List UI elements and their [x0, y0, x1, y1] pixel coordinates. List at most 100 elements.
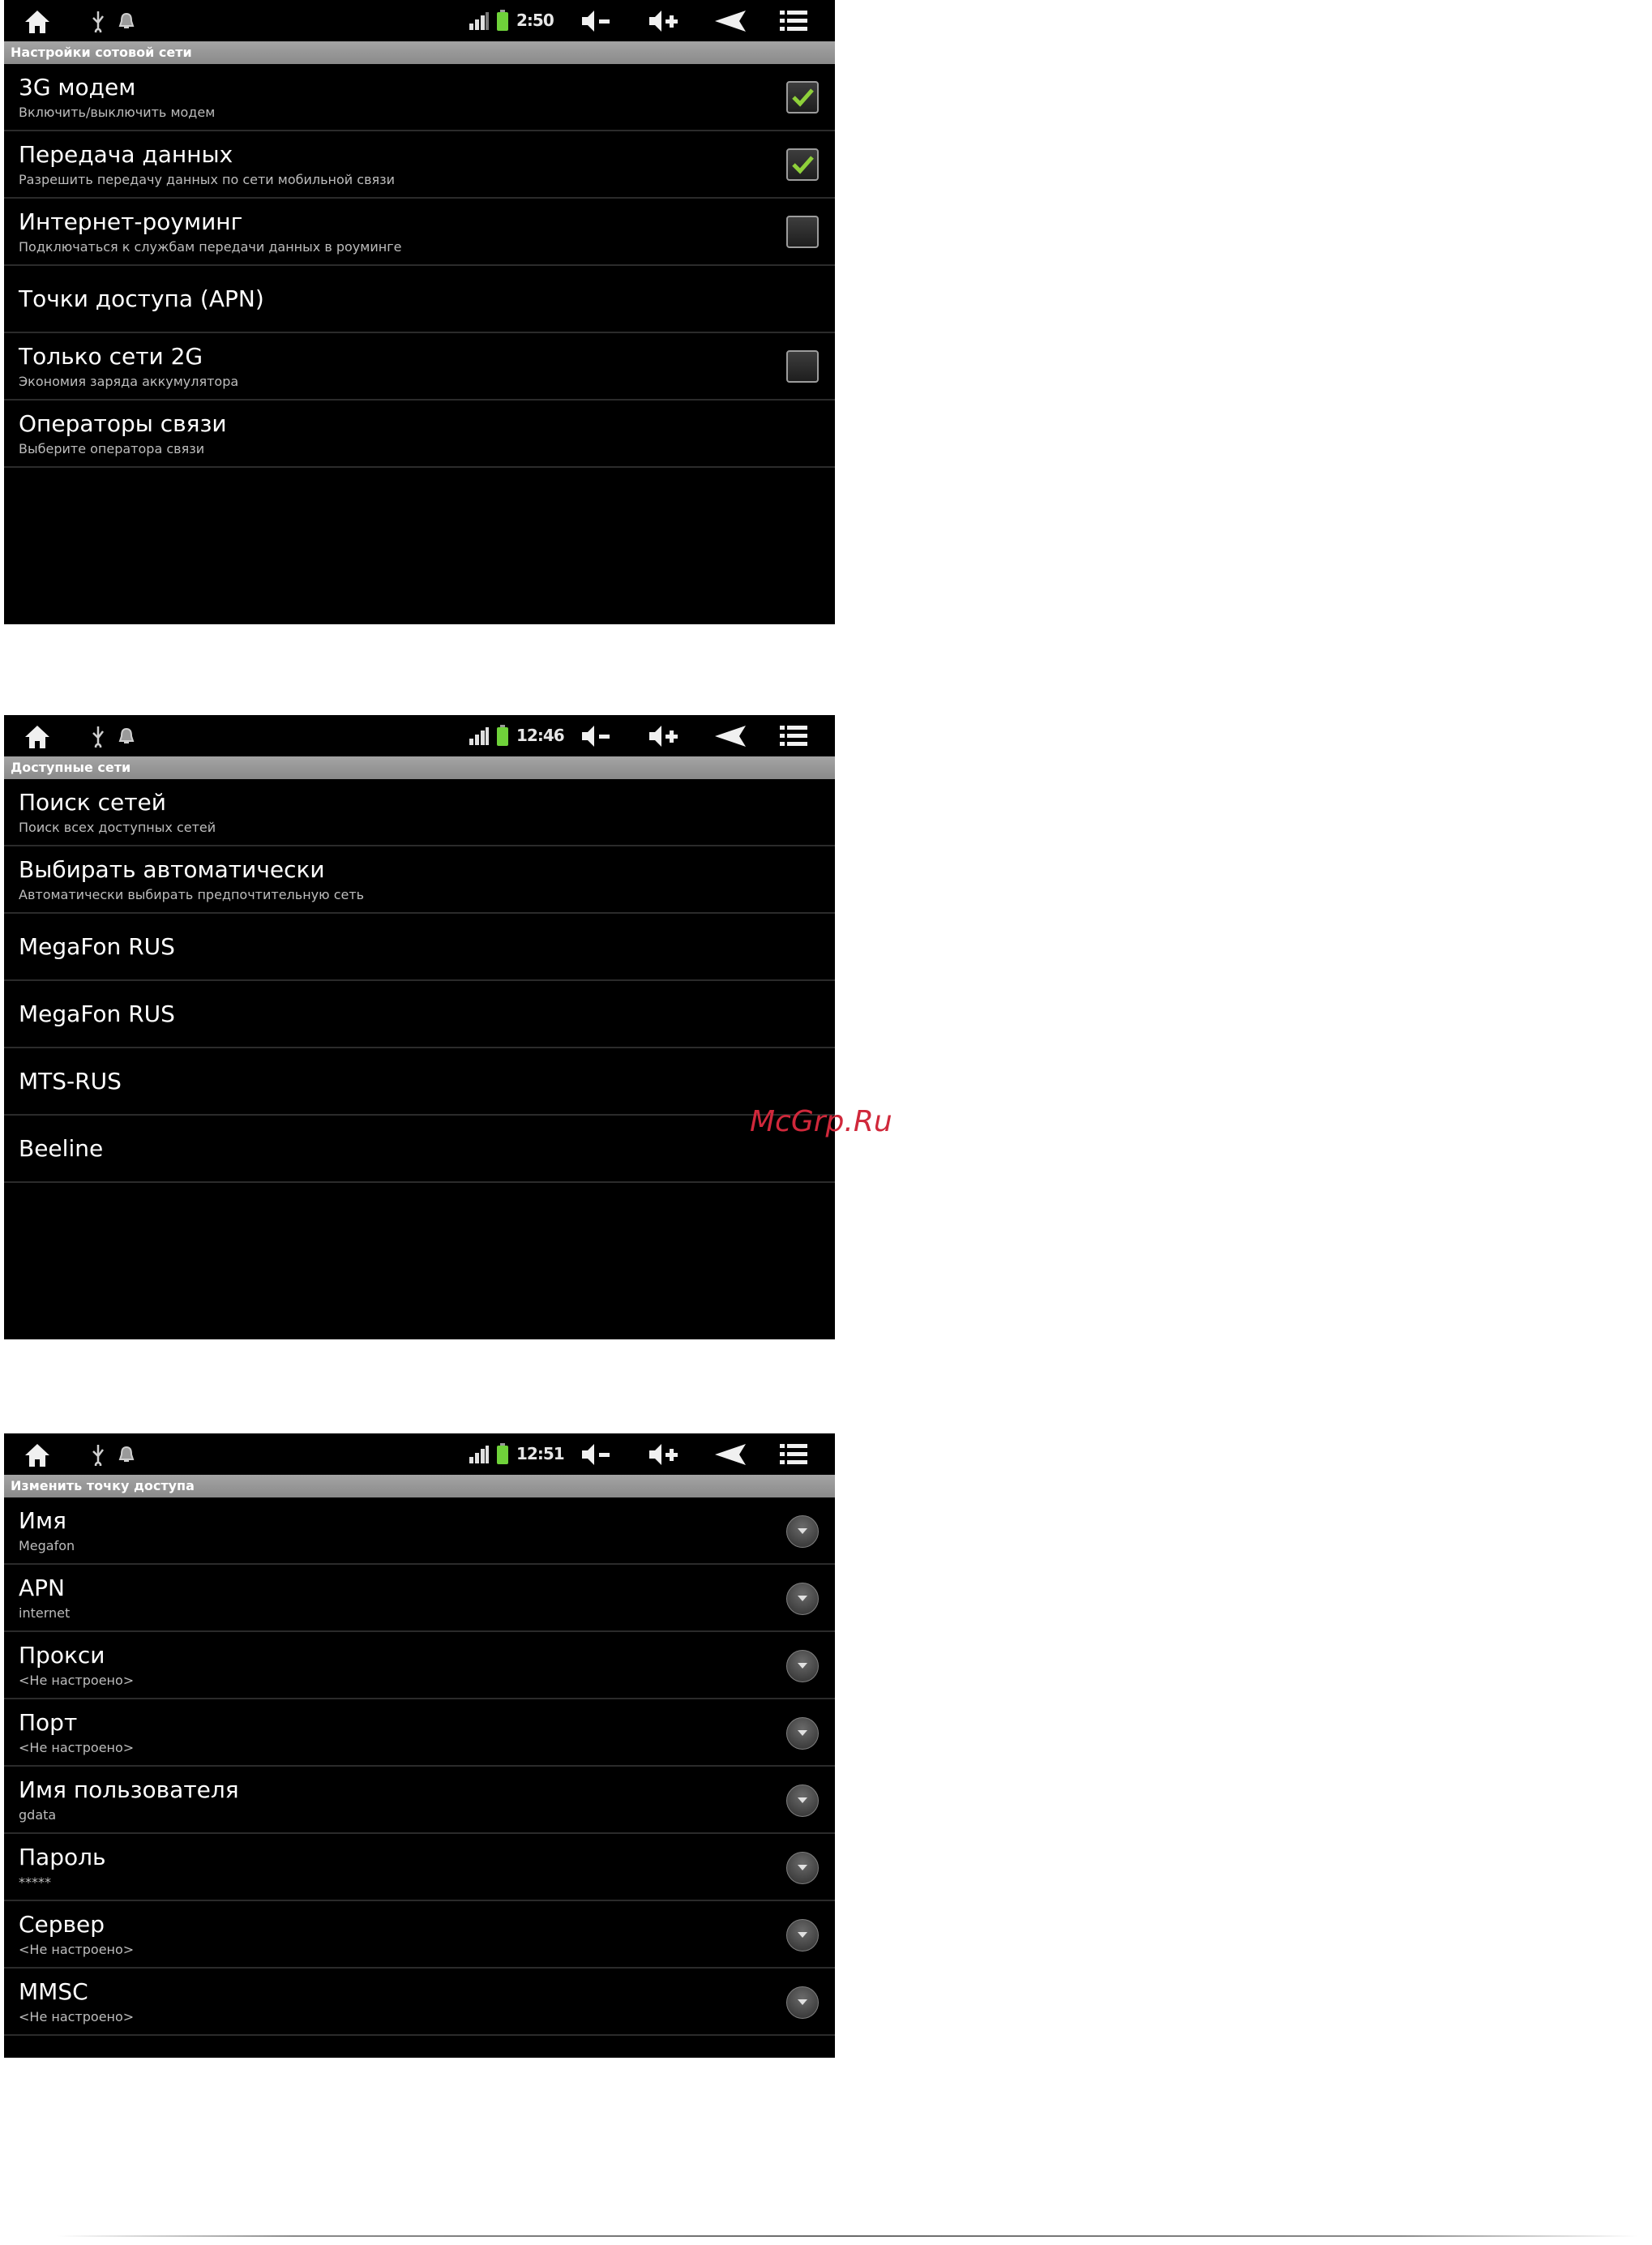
- list-item-title: 3G модем: [19, 74, 136, 101]
- list-item-auto-select[interactable]: Выбирать автоматически Автоматически выб…: [4, 846, 835, 914]
- screen-mobile-network-settings: 2:50 Настройки сотовой сети 3G модем Вкл…: [4, 0, 835, 624]
- checkbox-3g-modem[interactable]: [786, 81, 819, 114]
- usb-icon: [92, 1445, 104, 1466]
- list-item-value: *****: [19, 1874, 51, 1890]
- list-item-apn-name[interactable]: Имя Megafon: [4, 1497, 835, 1565]
- list-item-title: MTS-RUS: [19, 1068, 122, 1095]
- list-item-mmsc[interactable]: MMSC <Не настроено>: [4, 1969, 835, 2036]
- list-item-title: MMSC: [19, 1978, 88, 2005]
- apn-field-list: Имя Megafon APN internet Прокси <Не наст…: [4, 1497, 835, 2036]
- chevron-down-icon: [798, 1596, 807, 1601]
- volume-down-icon[interactable]: [580, 723, 612, 749]
- list-item-title: Имя пользователя: [19, 1776, 239, 1803]
- screen-title: Изменить точку доступа: [4, 1475, 835, 1497]
- notification-icon: [118, 727, 135, 743]
- dropdown-button[interactable]: [786, 1986, 819, 2019]
- list-item-title: Точки доступа (APN): [19, 285, 264, 312]
- list-item-value: gdata: [19, 1807, 57, 1823]
- volume-down-icon[interactable]: [580, 8, 612, 34]
- list-item-apn[interactable]: APN internet: [4, 1565, 835, 1632]
- list-item-network[interactable]: Beeline: [4, 1116, 835, 1183]
- list-item-roaming[interactable]: Интернет-роуминг Подключаться к службам …: [4, 199, 835, 266]
- chevron-down-icon: [798, 1730, 807, 1736]
- checkbox-roaming[interactable]: [786, 216, 819, 248]
- list-item-apn[interactable]: Точки доступа (APN): [4, 266, 835, 333]
- list-item-value: <Не настроено>: [19, 1740, 135, 1755]
- menu-icon[interactable]: [780, 1443, 807, 1466]
- list-item-title: APN: [19, 1574, 65, 1601]
- notification-icon: [118, 12, 135, 28]
- home-icon[interactable]: [24, 1442, 51, 1469]
- settings-list: 3G модем Включить/выключить модем Переда…: [4, 64, 835, 468]
- volume-up-icon[interactable]: [647, 723, 679, 749]
- home-icon[interactable]: [24, 8, 51, 36]
- back-icon[interactable]: [712, 9, 747, 33]
- notification-icon: [118, 1446, 135, 1462]
- list-item-title: Прокси: [19, 1642, 105, 1669]
- list-item-subtitle: Автоматически выбирать предпочтительную …: [19, 887, 365, 902]
- list-item-network[interactable]: MegaFon RUS: [4, 914, 835, 981]
- list-item-2g-only[interactable]: Только сети 2G Экономия заряда аккумулят…: [4, 333, 835, 401]
- dropdown-button[interactable]: [786, 1650, 819, 1682]
- list-item-network[interactable]: MegaFon RUS: [4, 981, 835, 1048]
- list-item-password[interactable]: Пароль *****: [4, 1834, 835, 1901]
- status-bar: 2:50: [4, 0, 835, 41]
- list-item-3g-modem[interactable]: 3G модем Включить/выключить модем: [4, 64, 835, 131]
- dropdown-button[interactable]: [786, 1515, 819, 1548]
- usb-icon: [92, 726, 104, 748]
- checkmark-icon: [792, 156, 814, 174]
- list-item-subtitle: Разрешить передачу данных по сети мобиль…: [19, 172, 396, 187]
- footer-divider: [57, 2235, 1637, 2237]
- list-item-title: Сервер: [19, 1911, 105, 1938]
- dropdown-button[interactable]: [786, 1919, 819, 1952]
- volume-up-icon[interactable]: [647, 1442, 679, 1467]
- screen-title: Настройки сотовой сети: [4, 41, 835, 64]
- chevron-down-icon: [798, 1528, 807, 1534]
- dropdown-button[interactable]: [786, 1784, 819, 1817]
- back-icon[interactable]: [712, 1442, 747, 1467]
- signal-icon: [469, 727, 489, 745]
- list-item-subtitle: Поиск всех доступных сетей: [19, 820, 216, 835]
- list-item-subtitle: Подключаться к службам передачи данных в…: [19, 239, 402, 255]
- list-item-title: MegaFon RUS: [19, 933, 175, 960]
- screen-title: Доступные сети: [4, 756, 835, 779]
- list-item-title: Beeline: [19, 1135, 104, 1162]
- menu-icon[interactable]: [780, 725, 807, 748]
- battery-icon: [497, 725, 508, 746]
- dropdown-button[interactable]: [786, 1852, 819, 1884]
- list-item-title: Передача данных: [19, 141, 233, 168]
- dropdown-button[interactable]: [786, 1583, 819, 1615]
- list-item-server[interactable]: Сервер <Не настроено>: [4, 1901, 835, 1969]
- signal-icon: [469, 1446, 489, 1463]
- list-item-subtitle: Экономия заряда аккумулятора: [19, 374, 239, 389]
- volume-up-icon[interactable]: [647, 8, 679, 34]
- menu-icon[interactable]: [780, 10, 807, 32]
- list-item-title: Только сети 2G: [19, 343, 203, 370]
- status-time: 12:46: [516, 726, 565, 745]
- checkbox-data-transfer[interactable]: [786, 148, 819, 181]
- list-item-value: <Не настроено>: [19, 2009, 135, 2024]
- list-item-port[interactable]: Порт <Не настроено>: [4, 1699, 835, 1767]
- signal-icon: [469, 12, 489, 30]
- network-list: Поиск сетей Поиск всех доступных сетей В…: [4, 779, 835, 1183]
- battery-icon: [497, 10, 508, 31]
- list-item-network[interactable]: MTS-RUS: [4, 1048, 835, 1116]
- list-item-title: Пароль: [19, 1844, 106, 1870]
- status-bar: 12:46: [4, 715, 835, 756]
- list-item-proxy[interactable]: Прокси <Не настроено>: [4, 1632, 835, 1699]
- chevron-down-icon: [798, 1932, 807, 1938]
- list-item-title: Поиск сетей: [19, 789, 166, 816]
- volume-down-icon[interactable]: [580, 1442, 612, 1467]
- watermark-text: McGrp.Ru: [750, 1105, 892, 1138]
- status-time: 12:51: [516, 1444, 565, 1463]
- dropdown-button[interactable]: [786, 1717, 819, 1750]
- list-item-search-networks[interactable]: Поиск сетей Поиск всех доступных сетей: [4, 779, 835, 846]
- list-item-value: <Не настроено>: [19, 1673, 135, 1688]
- list-item-username[interactable]: Имя пользователя gdata: [4, 1767, 835, 1834]
- back-icon[interactable]: [712, 724, 747, 748]
- home-icon[interactable]: [24, 723, 51, 751]
- list-item-data-transfer[interactable]: Передача данных Разрешить передачу данны…: [4, 131, 835, 199]
- checkbox-2g-only[interactable]: [786, 350, 819, 383]
- list-item-operators[interactable]: Операторы связи Выберите оператора связи: [4, 401, 835, 468]
- usb-icon: [92, 11, 104, 32]
